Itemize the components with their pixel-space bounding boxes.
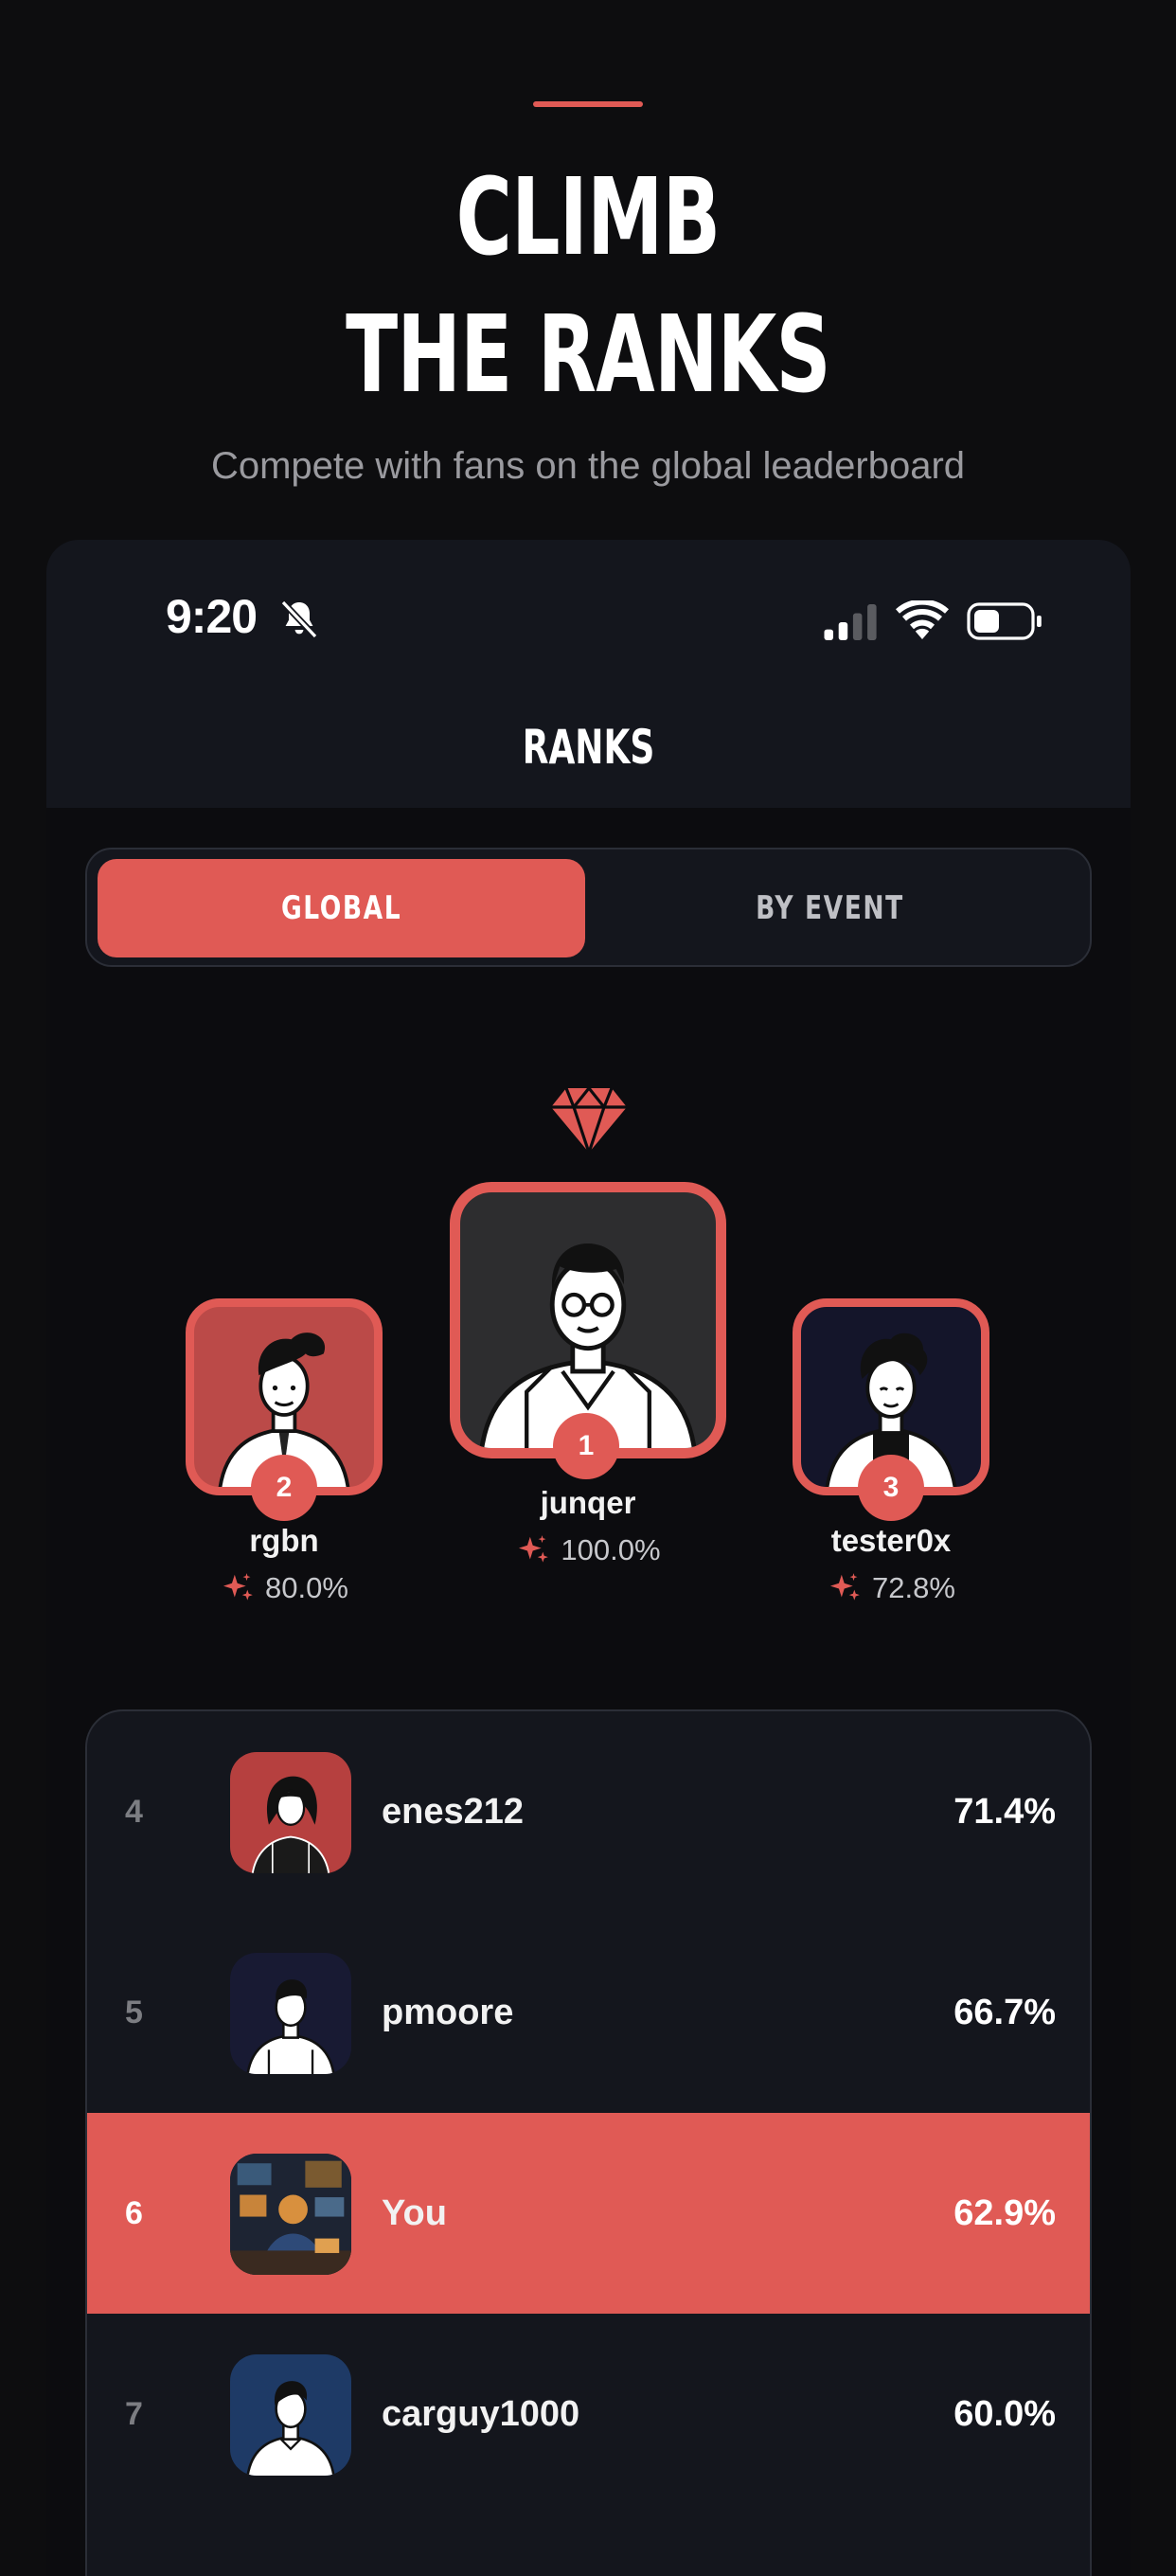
- person-illustration-icon: [246, 1979, 335, 2074]
- phone-screen: 9:20 RANKS GLOBAL BY EVENT 2 rgbn 80.0% …: [46, 540, 1131, 2576]
- leaderboard-row[interactable]: 5 pmoore 66.7%: [87, 1912, 1090, 2113]
- person-illustration-icon: [479, 1243, 697, 1448]
- podium-score-third: 72.8%: [749, 1570, 1033, 1606]
- podium-name-first[interactable]: junqer: [446, 1485, 730, 1521]
- avatar: [230, 1953, 351, 2074]
- row-name: carguy1000: [382, 2394, 580, 2434]
- diamond-icon: [551, 1086, 627, 1154]
- avatar: [230, 2354, 351, 2476]
- leaderboard-list: 4 enes212 71.4% 5 pmoore 66.7% 6 You 62.…: [85, 1709, 1092, 2576]
- accent-line: [533, 101, 643, 107]
- battery-icon: [967, 602, 1042, 640]
- podium-score-first: 100.0%: [446, 1532, 730, 1568]
- row-score: 71.4%: [953, 1792, 1056, 1832]
- headline-line-2: THE RANKS: [346, 294, 830, 417]
- rank-badge-1: 1: [553, 1413, 619, 1479]
- person-illustration-icon: [251, 1776, 330, 1873]
- podium-score-second: 80.0%: [142, 1570, 426, 1606]
- rank-badge-3: 3: [858, 1455, 924, 1521]
- tab-global-label: GLOBAL: [280, 889, 402, 927]
- sparkle-icon: [830, 1573, 860, 1601]
- wifi-icon: [896, 600, 949, 639]
- status-time: 9:20: [166, 590, 258, 643]
- row-score: 66.7%: [953, 1993, 1056, 2032]
- person-illustration-icon: [246, 2381, 335, 2476]
- tab-by-event[interactable]: BY EVENT: [586, 859, 1074, 957]
- cellular-signal-icon: [824, 604, 877, 640]
- row-rank: 5: [125, 1995, 143, 2030]
- rank-badge-2: 2: [251, 1455, 317, 1521]
- row-score: 62.9%: [953, 2193, 1056, 2233]
- row-name: pmoore: [382, 1993, 514, 2032]
- row-name: You: [382, 2193, 447, 2233]
- tab-by-event-label: BY EVENT: [756, 889, 904, 927]
- avatar: [230, 2154, 351, 2275]
- row-rank: 7: [125, 2396, 143, 2432]
- row-rank: 6: [125, 2195, 143, 2231]
- leaderboard-row[interactable]: 7 carguy1000 60.0%: [87, 2314, 1090, 2514]
- rank-tabs: GLOBAL BY EVENT: [85, 848, 1092, 967]
- leaderboard-row[interactable]: 4 enes212 71.4%: [87, 1711, 1090, 1912]
- marketing-subtitle: Compete with fans on the global leaderbo…: [210, 445, 966, 487]
- top-bar: 9:20 RANKS: [46, 540, 1131, 808]
- score-value: 72.8%: [872, 1571, 955, 1604]
- bell-slash-icon: [280, 599, 318, 639]
- sparkle-icon: [519, 1535, 549, 1563]
- row-score: 60.0%: [953, 2394, 1056, 2434]
- score-value: 80.0%: [265, 1571, 348, 1604]
- row-name: enes212: [382, 1792, 525, 1832]
- screen-title: RANKS: [522, 720, 655, 775]
- leaderboard-row-current-user[interactable]: 6 You 62.9%: [87, 2113, 1090, 2314]
- headline-line-1: CLIMB: [455, 156, 721, 279]
- tab-global[interactable]: GLOBAL: [98, 859, 585, 957]
- photo-avatar-icon: [230, 2154, 351, 2275]
- podium-name-third[interactable]: tester0x: [749, 1523, 1033, 1559]
- sparkle-icon: [223, 1573, 253, 1601]
- score-value: 100.0%: [561, 1533, 661, 1566]
- row-rank: 4: [125, 1794, 143, 1830]
- podium-name-second[interactable]: rgbn: [142, 1523, 426, 1559]
- avatar: [230, 1752, 351, 1873]
